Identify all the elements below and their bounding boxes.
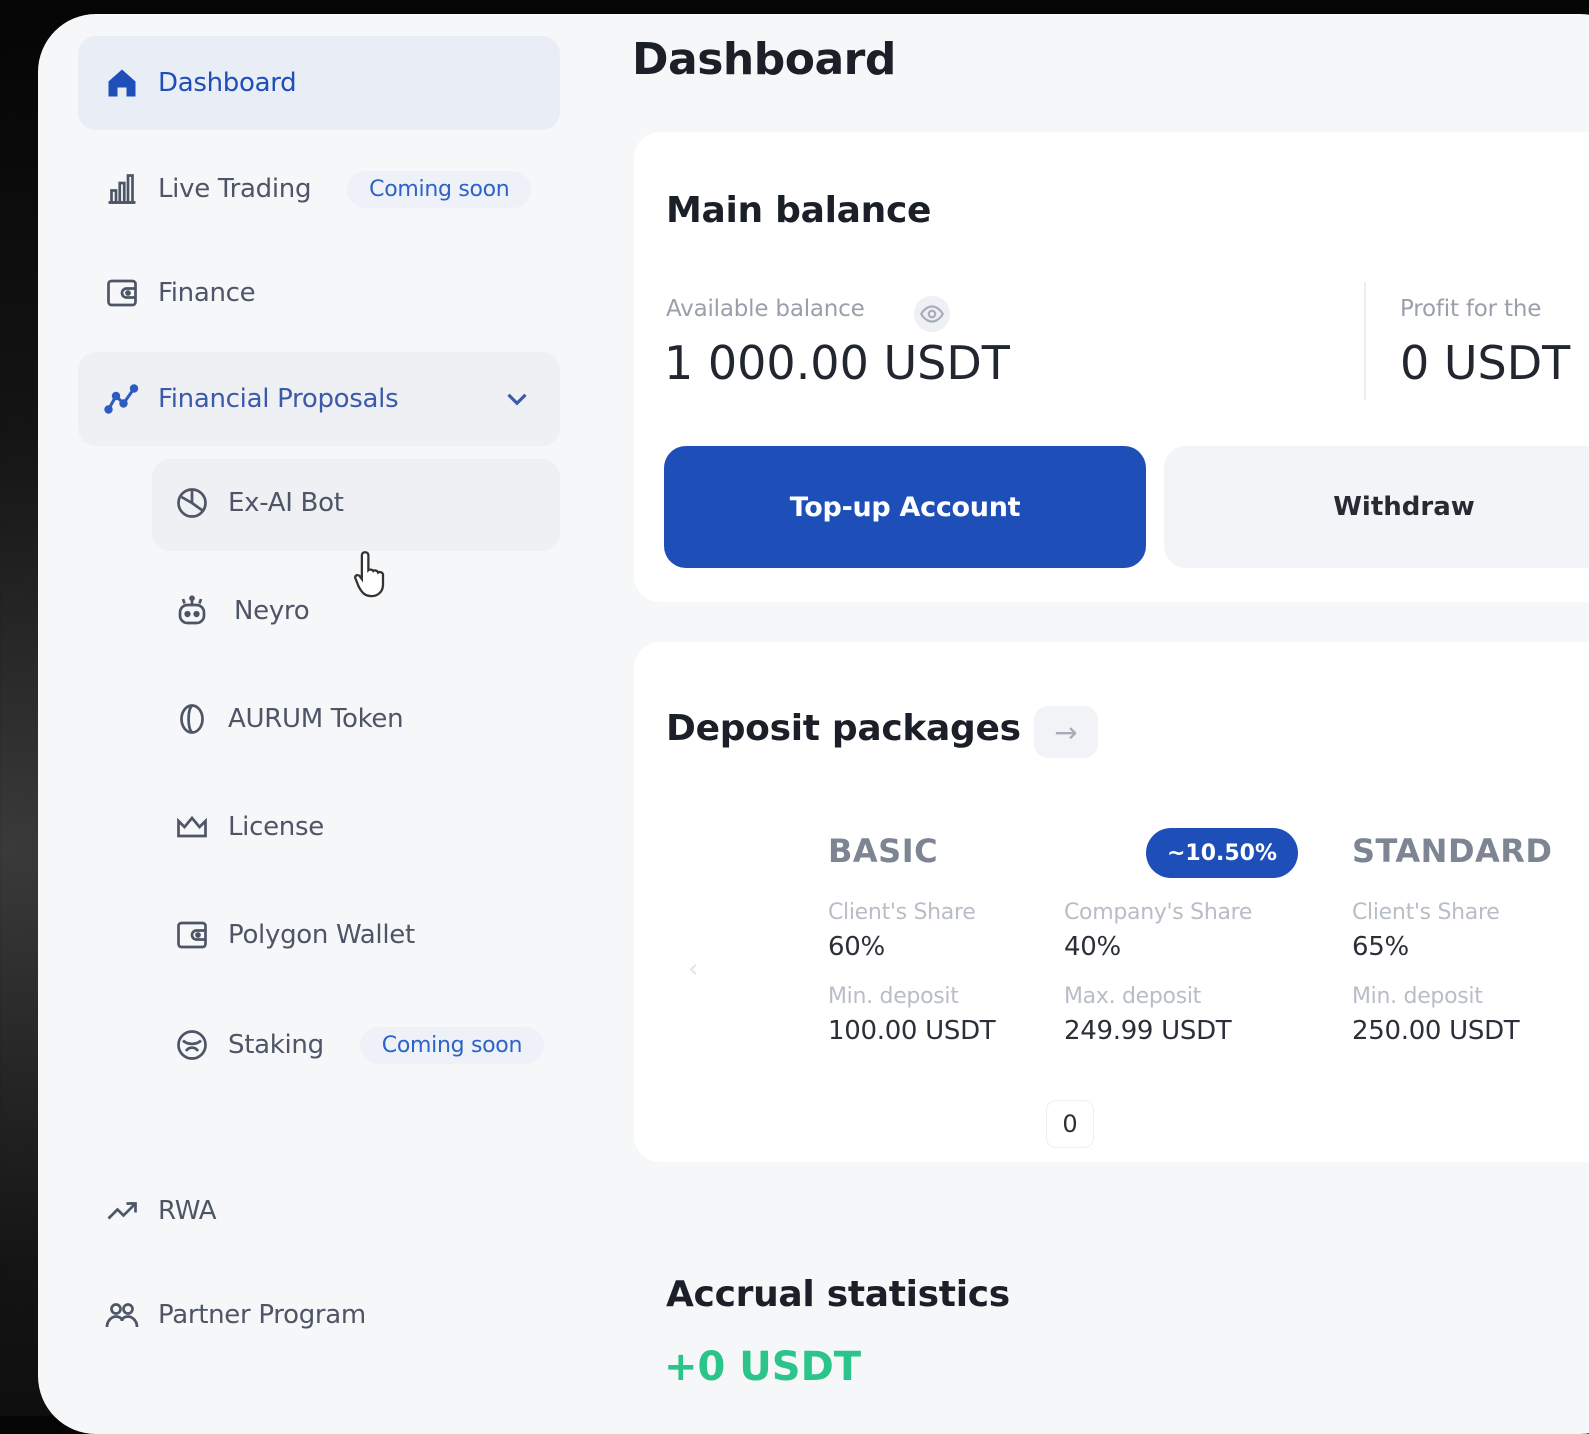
package-name-basic: BASIC xyxy=(828,832,939,870)
min-deposit-label: Min. deposit xyxy=(828,984,959,1009)
coming-soon-badge: Coming soon xyxy=(359,1026,545,1064)
withdraw-button[interactable]: Withdraw xyxy=(1164,446,1589,568)
sidebar-subitem-staking[interactable]: Staking Coming soon xyxy=(172,1022,545,1068)
staking-icon xyxy=(172,1025,212,1065)
crown-icon xyxy=(172,807,212,847)
sidebar-subitem-neyro[interactable]: Neyro xyxy=(172,588,310,634)
sidebar-item-label: Ex-AI Bot xyxy=(228,488,344,518)
sidebar-subitem-ex-ai-bot[interactable]: Ex-AI Bot xyxy=(172,480,344,526)
package-rate-badge: ~10.50% xyxy=(1146,828,1298,878)
sidebar-item-partner-program[interactable]: Partner Program xyxy=(102,1292,366,1338)
sidebar-subitem-aurum-token[interactable]: AURUM Token xyxy=(172,696,404,742)
home-icon xyxy=(102,63,142,103)
robot-icon xyxy=(172,591,212,631)
app-window: Dashboard Live Trading Coming soon Finan… xyxy=(38,14,1589,1434)
trend-line-icon xyxy=(102,379,142,419)
main-balance-title: Main balance xyxy=(666,190,932,231)
deposit-packages-title: Deposit packages xyxy=(666,708,1021,749)
sidebar-item-rwa[interactable]: RWA xyxy=(102,1188,216,1234)
wallet-icon xyxy=(102,273,142,313)
bar-chart-icon xyxy=(102,169,142,209)
sidebar-item-label: Dashboard xyxy=(158,68,297,98)
page-title: Dashboard xyxy=(632,34,896,85)
sidebar-item-live-trading[interactable]: Live Trading Coming soon xyxy=(102,166,532,212)
sidebar-item-label: Polygon Wallet xyxy=(228,920,415,950)
arrow-right-icon[interactable]: → xyxy=(1034,706,1098,758)
trending-up-icon xyxy=(102,1191,142,1231)
sidebar-item-label: Neyro xyxy=(234,596,310,626)
sidebar-item-label: Finance xyxy=(158,278,256,308)
max-deposit-label: Max. deposit xyxy=(1064,984,1201,1009)
client-share-value: 60% xyxy=(828,932,885,962)
sidebar-subitem-polygon-wallet[interactable]: Polygon Wallet xyxy=(172,912,415,958)
sidebar-item-financial-proposals[interactable]: Financial Proposals xyxy=(102,376,399,422)
sidebar-item-label: Financial Proposals xyxy=(158,384,399,414)
carousel-page-indicator[interactable]: 0 xyxy=(1046,1100,1094,1148)
wallet-icon xyxy=(172,915,212,955)
hand-cursor-icon xyxy=(354,551,385,598)
available-balance-label: Available balance xyxy=(666,296,865,322)
sidebar-item-label: Partner Program xyxy=(158,1300,366,1330)
sidebar-subitem-license[interactable]: License xyxy=(172,804,324,850)
client-share-value: 65% xyxy=(1352,932,1409,962)
coming-soon-badge: Coming soon xyxy=(347,170,532,208)
sidebar-item-label: License xyxy=(228,812,324,842)
min-deposit-value: 100.00 USDT xyxy=(828,1016,996,1046)
sidebar-item-label: AURUM Token xyxy=(228,704,404,734)
client-share-label: Client's Share xyxy=(1352,900,1500,925)
max-deposit-value: 249.99 USDT xyxy=(1064,1016,1232,1046)
top-up-account-button[interactable]: Top-up Account xyxy=(664,446,1146,568)
token-coin-icon xyxy=(172,699,212,739)
balance-divider xyxy=(1364,282,1366,400)
bot-pie-icon xyxy=(172,483,212,523)
chevron-down-icon[interactable] xyxy=(500,382,534,416)
sidebar: Dashboard Live Trading Coming soon Finan… xyxy=(38,14,598,1434)
client-share-label: Client's Share xyxy=(828,900,976,925)
sidebar-item-label: Staking xyxy=(228,1030,324,1060)
min-deposit-value: 250.00 USDT xyxy=(1352,1016,1520,1046)
users-icon xyxy=(102,1295,142,1335)
package-name-standard: STANDARD xyxy=(1352,832,1553,870)
sidebar-item-dashboard[interactable]: Dashboard xyxy=(78,36,560,130)
accrual-statistics-title: Accrual statistics xyxy=(666,1274,1010,1315)
accrual-value: +0 USDT xyxy=(664,1344,862,1390)
company-share-value: 40% xyxy=(1064,932,1121,962)
min-deposit-label: Min. deposit xyxy=(1352,984,1483,1009)
main-content: Dashboard Main balance Available balance… xyxy=(598,14,1589,1434)
company-share-label: Company's Share xyxy=(1064,900,1253,925)
sidebar-item-finance[interactable]: Finance xyxy=(102,270,256,316)
profit-label: Profit for the xyxy=(1400,296,1542,322)
profit-value: 0 USDT xyxy=(1400,336,1571,390)
eye-icon[interactable] xyxy=(914,296,950,332)
sidebar-item-label: Live Trading xyxy=(158,174,312,204)
sidebar-item-label: RWA xyxy=(158,1196,217,1226)
chevron-left-icon[interactable]: ‹ xyxy=(688,954,698,984)
available-balance-value: 1 000.00 USDT xyxy=(664,336,1010,390)
